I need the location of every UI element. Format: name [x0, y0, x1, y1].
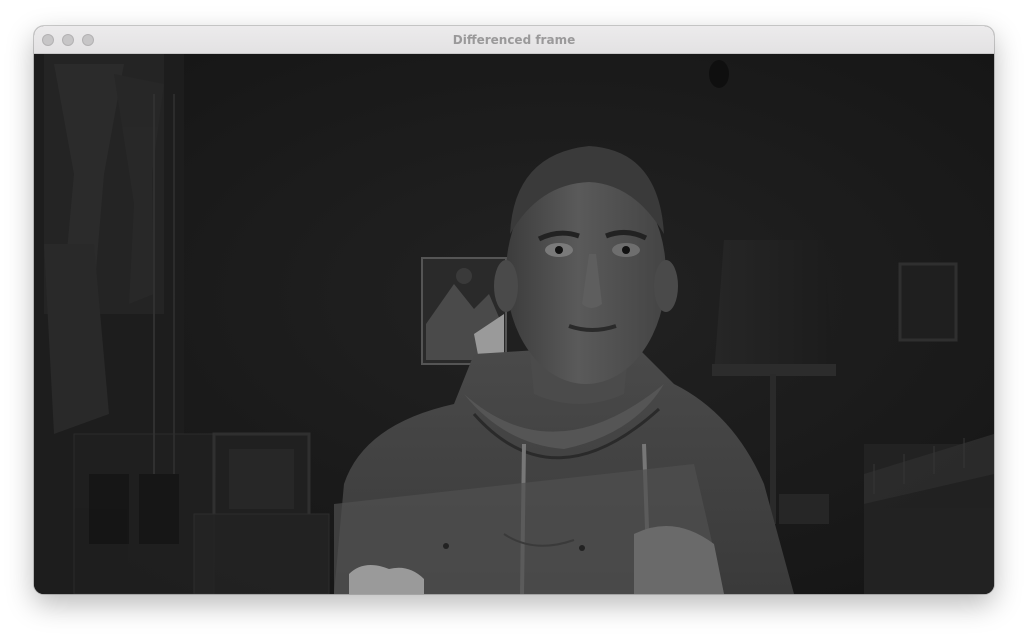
framed-picture: [421, 257, 507, 365]
differenced-frame-view: [34, 54, 994, 594]
ceiling-bulb: [709, 60, 729, 88]
title-bar[interactable]: Differenced frame: [34, 26, 994, 54]
frame-image: [34, 54, 994, 594]
bed: [864, 434, 994, 594]
desktop: Differenced frame: [0, 0, 1028, 636]
wall-frame-right: [898, 262, 958, 342]
chair: [193, 432, 330, 594]
app-window: Differenced frame: [34, 26, 994, 594]
window-title: Differenced frame: [452, 33, 576, 47]
